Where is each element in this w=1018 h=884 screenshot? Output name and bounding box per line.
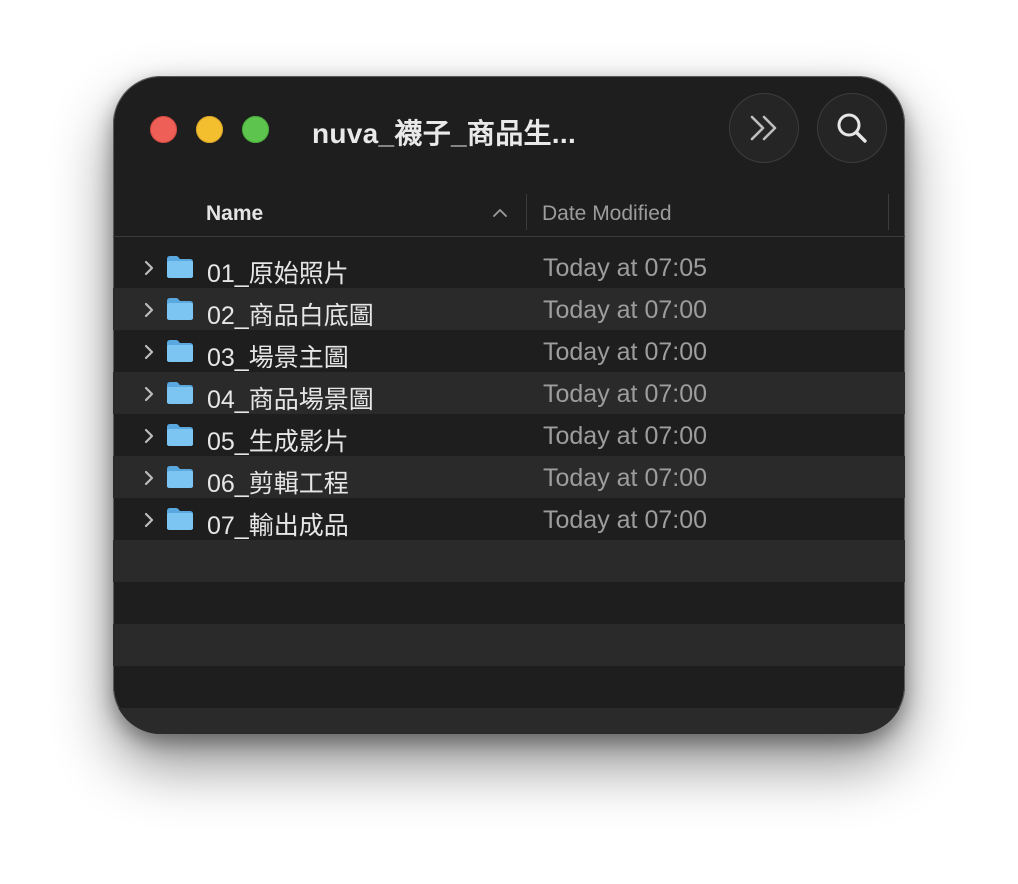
file-date-modified: Today at 07:05 [543,254,708,282]
column-header-name[interactable]: Name [206,202,263,226]
disclosure-chevron-icon[interactable] [143,469,155,487]
folder-icon [167,298,193,320]
empty-row [113,582,905,624]
folder-icon [167,508,193,530]
file-date-modified: Today at 07:00 [543,422,708,450]
file-row[interactable]: 06_剪輯工程 Today at 07:00 [113,456,905,498]
search-icon [837,113,867,143]
disclosure-chevron-icon[interactable] [143,427,155,445]
file-row[interactable]: 07_輸出成品 Today at 07:00 [113,498,905,540]
search-button[interactable] [817,93,887,163]
title-bar[interactable]: nuva_襪子_商品生... [113,76,905,184]
more-toolbar-button[interactable] [729,93,799,163]
file-date-modified: Today at 07:00 [543,296,708,324]
file-name: 03_場景主圖 [207,344,349,372]
disclosure-chevron-icon[interactable] [143,511,155,529]
disclosure-chevron-icon[interactable] [143,301,155,319]
file-row[interactable]: 04_商品場景圖 Today at 07:00 [113,372,905,414]
disclosure-chevron-icon[interactable] [143,259,155,277]
disclosure-chevron-icon[interactable] [143,343,155,361]
file-row[interactable]: 01_原始照片 Today at 07:05 [113,246,905,288]
maximize-button[interactable] [242,116,269,143]
file-name: 06_剪輯工程 [207,470,349,498]
file-name: 01_原始照片 [207,260,349,288]
file-date-modified: Today at 07:00 [543,338,708,366]
folder-icon [167,382,193,404]
folder-icon [167,466,193,488]
folder-icon [167,256,193,278]
minimize-button[interactable] [196,116,223,143]
close-button[interactable] [150,116,177,143]
file-name: 07_輸出成品 [207,512,349,540]
file-row[interactable]: 02_商品白底圖 Today at 07:00 [113,288,905,330]
file-date-modified: Today at 07:00 [543,380,708,408]
empty-row [113,666,905,708]
column-header-date-modified[interactable]: Date Modified [542,202,672,226]
empty-row [113,708,905,734]
empty-row [113,540,905,582]
file-row[interactable]: 05_生成影片 Today at 07:00 [113,414,905,456]
folder-icon [167,340,193,362]
folder-icon [167,424,193,446]
file-name: 04_商品場景圖 [207,386,374,414]
file-row[interactable]: 03_場景主圖 Today at 07:00 [113,330,905,372]
finder-window: nuva_襪子_商品生... Name Date Modified 01_原始照… [113,76,905,734]
chevron-double-right-icon [750,115,777,141]
empty-row [113,624,905,666]
file-name: 05_生成影片 [207,428,349,456]
file-date-modified: Today at 07:00 [543,464,708,492]
sort-ascending-icon[interactable] [492,208,508,218]
file-name: 02_商品白底圖 [207,302,374,330]
window-title: nuva_襪子_商品生... [312,118,577,149]
file-list: 01_原始照片 Today at 07:05 02_商品白底圖 Today at 07… [113,246,905,734]
column-header: Name Date Modified [113,184,905,237]
column-divider[interactable] [888,194,889,230]
disclosure-chevron-icon[interactable] [143,385,155,403]
file-date-modified: Today at 07:00 [543,506,708,534]
column-divider[interactable] [526,194,527,230]
